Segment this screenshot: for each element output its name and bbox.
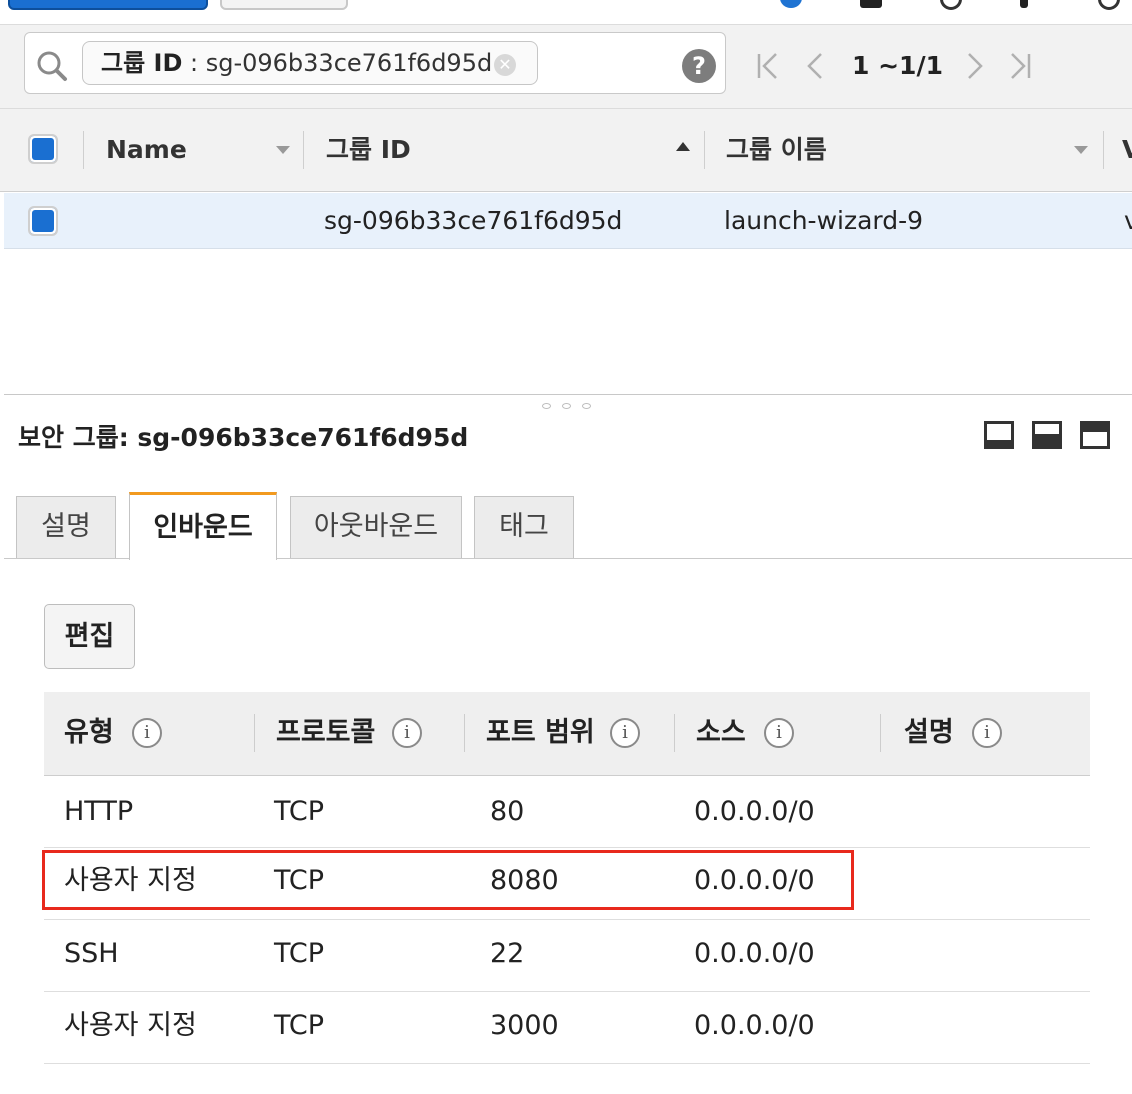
tab-outbound[interactable]: 아웃바운드 xyxy=(290,496,462,558)
row-group-id: sg-096b33ce761f6d95d xyxy=(324,206,623,235)
info-icon[interactable]: i xyxy=(610,718,640,748)
select-all-checkbox[interactable] xyxy=(28,134,58,164)
pager-range: 1 ~1/1 xyxy=(852,51,943,80)
layout-split-icon[interactable] xyxy=(1032,421,1062,449)
layout-bottom-icon[interactable] xyxy=(984,421,1014,449)
column-divider xyxy=(880,714,881,752)
filter-chip-value: sg-096b33ce761f6d95d xyxy=(205,49,493,77)
secondary-action-button[interactable] xyxy=(220,0,348,10)
user-icon[interactable] xyxy=(860,0,882,8)
column-divider xyxy=(464,714,465,752)
tab-inbound[interactable]: 인바운드 xyxy=(129,492,277,560)
next-page-icon[interactable] xyxy=(966,52,984,80)
splitter-grip[interactable] xyxy=(542,403,551,409)
rules-column-source: 소스 xyxy=(696,717,746,748)
table-row xyxy=(44,776,1090,848)
info-icon[interactable]: i xyxy=(972,718,1002,748)
rule-port: 80 xyxy=(490,796,525,827)
help-icon[interactable]: ? xyxy=(682,49,716,83)
primary-action-button[interactable] xyxy=(8,0,208,10)
edit-button[interactable]: 편집 xyxy=(44,604,135,669)
info-icon[interactable]: i xyxy=(132,718,162,748)
rule-source: 0.0.0.0/0 xyxy=(694,1010,815,1041)
column-header-name[interactable]: Name xyxy=(106,130,187,170)
rules-column-description: 설명 xyxy=(904,717,954,748)
column-header-group-name[interactable]: 그룹 이름 xyxy=(726,130,827,170)
filter-chip-key: 그룹 ID xyxy=(101,49,183,77)
rules-column-protocol: 프로토콜 xyxy=(276,717,376,748)
filter-chip-separator: : xyxy=(182,49,206,77)
table-row xyxy=(44,920,1090,992)
sort-name-icon[interactable] xyxy=(276,146,290,154)
column-divider xyxy=(254,714,255,752)
column-divider xyxy=(303,131,304,169)
rule-source: 0.0.0.0/0 xyxy=(694,938,815,969)
layout-top-icon[interactable] xyxy=(1080,421,1110,449)
clear-icon[interactable]: ✕ xyxy=(494,54,516,76)
column-divider xyxy=(83,131,84,169)
first-page-icon[interactable] xyxy=(756,52,780,80)
info-icon[interactable]: i xyxy=(392,718,422,748)
rule-type: HTTP xyxy=(64,796,134,827)
filter-chip[interactable]: 그룹 ID : sg-096b33ce761f6d95d xyxy=(82,41,538,85)
prev-page-icon[interactable] xyxy=(806,52,824,80)
rule-port: 3000 xyxy=(490,1010,559,1041)
column-divider xyxy=(704,131,705,169)
settings-icon[interactable] xyxy=(1020,0,1028,8)
last-page-icon[interactable] xyxy=(1008,52,1032,80)
row-group-name: launch-wizard-9 xyxy=(724,206,924,235)
rule-type: 사용자 지정 xyxy=(64,1010,197,1041)
rule-protocol: TCP xyxy=(274,796,325,827)
rule-source: 0.0.0.0/0 xyxy=(694,796,815,827)
sort-group-name-icon[interactable] xyxy=(1074,146,1088,154)
detail-title: 보안 그룹: sg-096b33ce761f6d95d xyxy=(18,423,469,452)
panel-splitter[interactable] xyxy=(4,394,1132,395)
row-checkbox[interactable] xyxy=(28,206,58,236)
table-row xyxy=(44,992,1090,1064)
rules-column-type: 유형 xyxy=(64,717,114,748)
row-vpc: v xyxy=(1124,206,1132,235)
column-divider xyxy=(674,714,675,752)
tab-description[interactable]: 설명 xyxy=(16,496,116,558)
sort-group-id-icon[interactable] xyxy=(676,142,690,151)
column-header-vpc[interactable]: V xyxy=(1122,130,1132,170)
rule-port: 22 xyxy=(490,938,525,969)
tab-tags[interactable]: 태그 xyxy=(474,496,574,558)
splitter-grip[interactable] xyxy=(582,403,591,409)
rule-protocol: TCP xyxy=(274,1010,325,1041)
rules-column-port-range: 포트 범위 xyxy=(486,717,595,748)
rule-protocol: TCP xyxy=(274,938,325,969)
info-icon[interactable]: i xyxy=(764,718,794,748)
highlight-annotation xyxy=(42,850,854,910)
column-header-group-id[interactable]: 그룹 ID xyxy=(326,130,411,170)
splitter-grip[interactable] xyxy=(562,403,571,409)
rule-type: SSH xyxy=(64,938,119,969)
search-icon[interactable] xyxy=(36,50,68,82)
column-divider xyxy=(1103,131,1104,169)
